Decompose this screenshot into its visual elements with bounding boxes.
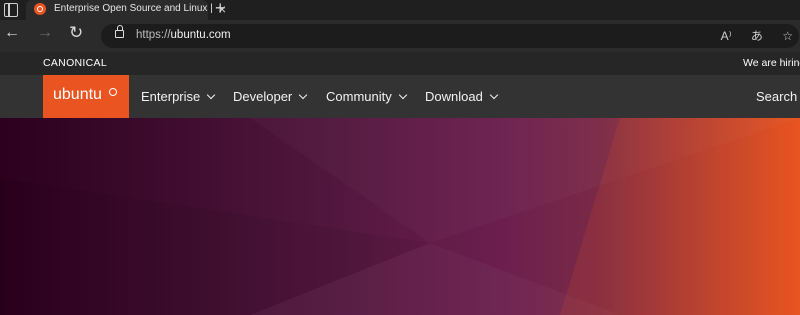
canonical-logo[interactable]: CANONICAL <box>43 57 107 69</box>
forward-icon[interactable]: → <box>37 24 53 42</box>
back-icon[interactable]: ← <box>4 24 20 42</box>
new-tab-icon[interactable]: + <box>215 0 226 19</box>
nav-developer[interactable]: Developer <box>233 89 308 104</box>
read-aloud-icon[interactable]: A⁾ <box>721 29 732 43</box>
hiring-link[interactable]: We are hiring <box>743 57 800 69</box>
nav-download[interactable]: Download <box>425 89 499 104</box>
logo-text: ubuntu <box>53 86 102 103</box>
favorites-star-icon[interactable]: ☆ <box>782 29 793 43</box>
nav-enterprise[interactable]: Enterprise <box>141 89 216 104</box>
tab-title: Enterprise Open Source and Linux | Ubunt… <box>54 3 214 14</box>
ubuntu-favicon-icon <box>34 3 46 15</box>
reload-icon[interactable]: ↻ <box>69 23 83 43</box>
hero-banner <box>0 118 800 315</box>
address-bar[interactable]: https://ubuntu.com A⁾ あ ☆ <box>101 24 799 48</box>
nav-community[interactable]: Community <box>326 89 407 104</box>
chevron-down-icon <box>489 90 499 100</box>
ubuntu-logo[interactable]: ubuntu <box>43 75 129 118</box>
translate-icon[interactable]: あ <box>751 27 763 44</box>
search-button[interactable]: Search <box>756 89 797 104</box>
hero-suru-pattern <box>0 118 800 315</box>
lock-icon[interactable] <box>115 25 124 38</box>
tab-actions-icon[interactable] <box>4 3 18 17</box>
url-text[interactable]: https://ubuntu.com <box>136 29 231 41</box>
canonical-bar: CANONICAL We are hiring <box>0 52 800 75</box>
browser-toolbar: ← → ↻ https://ubuntu.com A⁾ あ ☆ <box>0 20 800 52</box>
site-navigation: ubuntu Enterprise Developer Community Do… <box>0 75 800 118</box>
chevron-down-icon <box>398 90 407 100</box>
chevron-down-icon <box>207 90 216 100</box>
browser-tab-strip: Enterprise Open Source and Linux | Ubunt… <box>0 0 800 20</box>
browser-tab[interactable]: Enterprise Open Source and Linux | Ubunt… <box>26 0 226 20</box>
chevron-down-icon <box>299 90 308 100</box>
circle-of-friends-icon <box>109 88 117 96</box>
